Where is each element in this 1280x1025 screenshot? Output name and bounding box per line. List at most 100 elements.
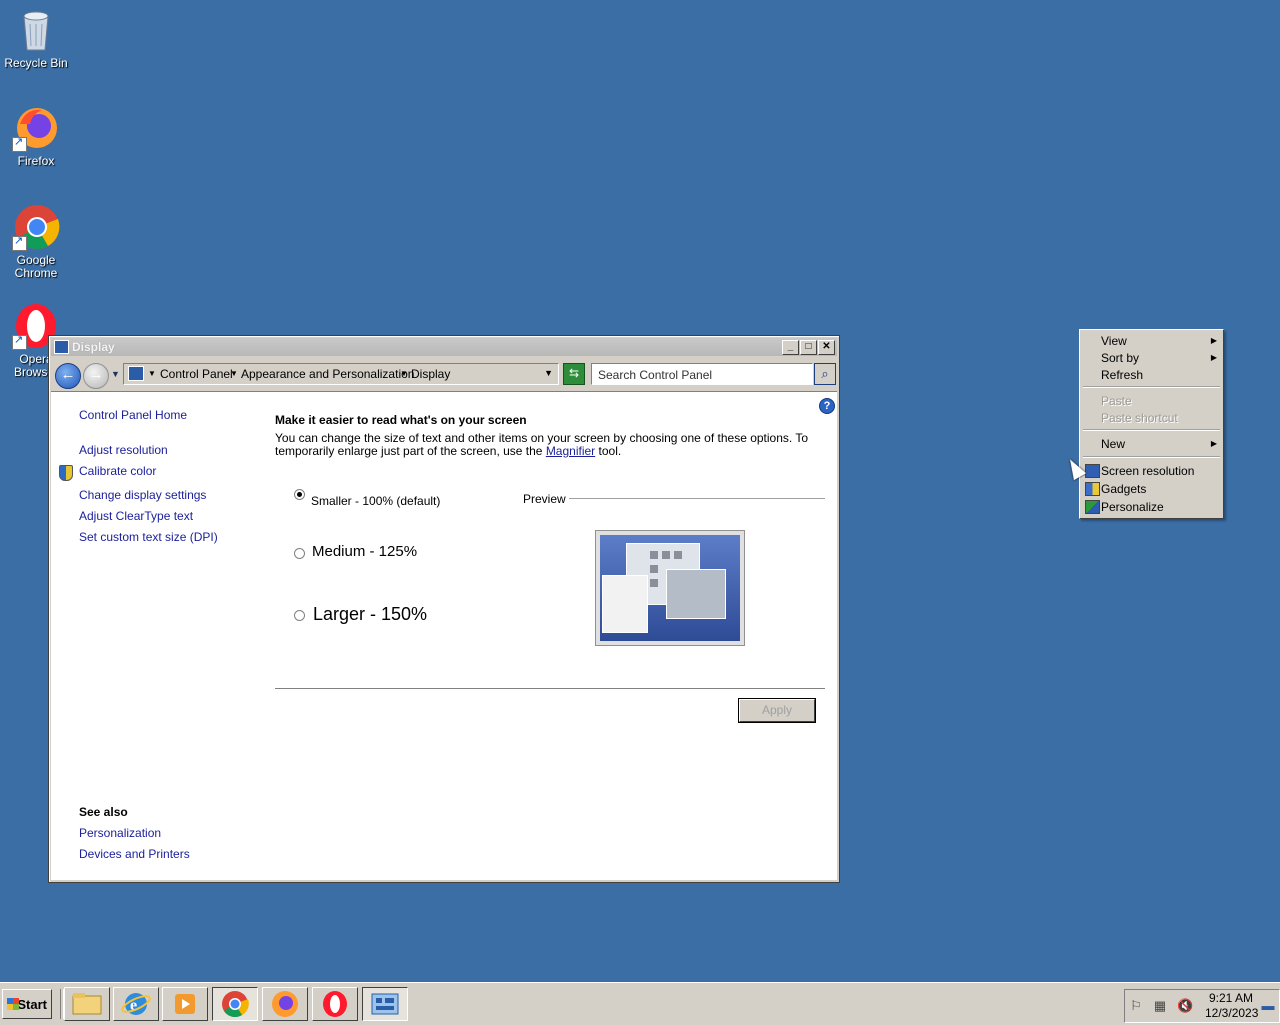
description-text: You can change the size of text and othe… (275, 431, 809, 458)
address-dropdown-icon[interactable]: ▼ (544, 368, 553, 378)
menu-item-sort-by[interactable]: Sort by (1101, 351, 1139, 365)
preview-desktop (600, 535, 740, 641)
recent-pages-dropdown-icon[interactable]: ▼ (111, 369, 120, 379)
menu-item-personalize[interactable]: Personalize (1101, 500, 1164, 514)
chrome-icon (12, 203, 60, 251)
taskbar-media-player[interactable] (162, 987, 208, 1021)
sidebar-item-change-display-settings[interactable]: Change display settings (79, 488, 206, 502)
desktop-icon-chrome[interactable]: Google Chrome (0, 203, 72, 280)
sidebar-item-adjust-resolution[interactable]: Adjust resolution (79, 443, 168, 457)
minimize-button[interactable]: _ (782, 340, 799, 355)
taskbar-internet-explorer[interactable]: e (113, 987, 159, 1021)
preview-label: Preview (523, 492, 566, 506)
title-bar[interactable]: Display _ □ ✕ (51, 338, 837, 356)
chevron-down-icon[interactable]: ▼ (230, 369, 238, 378)
network-icon[interactable]: ▦ (1153, 999, 1167, 1013)
sidebar-control-panel-home[interactable]: Control Panel Home (79, 408, 187, 422)
preview-tile (674, 551, 682, 559)
desktop-icon-label: Firefox (17, 154, 55, 168)
action-center-flag-icon[interactable]: ⚐ (1129, 999, 1143, 1013)
menu-item-view[interactable]: View (1101, 334, 1127, 348)
search-icon[interactable]: ⌕ (814, 363, 836, 385)
start-label: Start (17, 997, 47, 1012)
menu-item-refresh[interactable]: Refresh (1101, 368, 1143, 382)
search-placeholder: Search Control Panel (598, 368, 713, 382)
taskbar: Start e ⚐ ▦ 🔇 9:21 AM 12/3/2023 ▬ (0, 982, 1280, 1025)
chevron-down-icon[interactable]: ▼ (400, 369, 408, 378)
shield-icon (59, 465, 73, 481)
clock-date[interactable]: 12/3/2023 (1205, 1006, 1258, 1020)
content-pane: ? Control Panel Home Adjust resolution C… (51, 391, 837, 880)
radio-larger[interactable] (294, 610, 305, 621)
menu-separator (1083, 456, 1220, 458)
preview-tile (650, 551, 658, 559)
maximize-button[interactable]: □ (800, 340, 817, 355)
see-also-personalization[interactable]: Personalization (79, 826, 161, 840)
preview-tile (662, 551, 670, 559)
menu-item-new[interactable]: New (1101, 437, 1125, 451)
radio-smaller[interactable] (294, 489, 305, 500)
start-button[interactable]: Start (2, 989, 52, 1019)
desktop-icon-recycle-bin[interactable]: Recycle Bin (0, 6, 72, 70)
chevron-down-icon[interactable]: ▼ (148, 369, 156, 378)
help-icon[interactable]: ? (819, 398, 835, 414)
refresh-button[interactable]: ⇆ (563, 363, 585, 385)
preview-window-left (602, 575, 648, 633)
sidebar-item-custom-dpi[interactable]: Set custom text size (DPI) (79, 530, 218, 544)
volume-muted-icon[interactable]: 🔇 (1177, 999, 1193, 1013)
sidebar-item-calibrate-color[interactable]: Calibrate color (79, 464, 156, 478)
taskbar-opera[interactable] (312, 987, 358, 1021)
option-medium-label[interactable]: Medium - 125% (312, 543, 417, 560)
system-tray: ⚐ ▦ 🔇 9:21 AM 12/3/2023 ▬ (1124, 989, 1280, 1023)
divider (275, 688, 825, 689)
breadcrumb-appearance[interactable]: Appearance and Personalization (241, 367, 414, 381)
close-button[interactable]: ✕ (818, 340, 835, 355)
breadcrumb-control-panel[interactable]: Control Panel (160, 367, 233, 381)
firefox-icon (12, 104, 60, 152)
menu-separator (1083, 429, 1220, 431)
submenu-arrow-icon: ▶ (1210, 353, 1217, 362)
desktop-icon-label: Recycle Bin (4, 56, 68, 70)
preview-window-front (666, 569, 726, 619)
search-input[interactable]: Search Control Panel (591, 363, 813, 385)
firefox-icon (272, 991, 298, 1017)
taskbar-control-panel[interactable] (362, 987, 408, 1021)
back-button[interactable]: ← (55, 363, 81, 389)
chrome-icon (222, 991, 249, 1018)
navigation-bar: ← → ▼ ▼ Control Panel ▼ Appearance and P… (51, 358, 837, 390)
preview-tile (650, 579, 658, 587)
address-bar[interactable]: ▼ Control Panel ▼ Appearance and Persona… (123, 363, 559, 385)
display-window[interactable]: Display _ □ ✕ ← → ▼ ▼ Control Panel ▼ Ap… (48, 335, 840, 883)
sidebar-item-adjust-cleartype[interactable]: Adjust ClearType text (79, 509, 193, 523)
desktop-context-menu: View ▶ Sort by ▶ Refresh Paste Paste sho… (1079, 329, 1224, 519)
taskbar-firefox[interactable] (262, 987, 308, 1021)
submenu-arrow-icon: ▶ (1210, 336, 1217, 345)
shortcut-arrow-icon (12, 235, 27, 251)
clock-time[interactable]: 9:21 AM (1209, 991, 1253, 1005)
menu-separator (1083, 386, 1220, 388)
desktop-icon-firefox[interactable]: Firefox (0, 104, 72, 168)
file-explorer-icon (72, 993, 102, 1015)
see-also-heading: See also (79, 805, 128, 819)
breadcrumb-display[interactable]: Display (411, 367, 450, 381)
taskbar-file-explorer[interactable] (64, 987, 110, 1021)
page-description: You can change the size of text and othe… (275, 432, 825, 458)
taskbar-chrome[interactable] (212, 987, 258, 1021)
control-panel-icon (371, 993, 399, 1015)
magnifier-link[interactable]: Magnifier (546, 444, 595, 458)
radio-medium[interactable] (294, 548, 305, 559)
preview-tile (650, 565, 658, 573)
control-panel-location-icon (128, 366, 144, 381)
option-larger-label[interactable]: Larger - 150% (313, 604, 427, 625)
see-also-devices-printers[interactable]: Devices and Printers (79, 847, 190, 861)
screen-resolution-icon (1085, 464, 1100, 478)
menu-item-gadgets[interactable]: Gadgets (1101, 482, 1146, 496)
apply-button[interactable]: Apply (738, 698, 816, 723)
description-text-end: tool. (595, 444, 622, 458)
personalize-icon (1085, 500, 1100, 514)
option-smaller-label[interactable]: Smaller - 100% (default) (311, 494, 440, 508)
show-desktop-icon[interactable]: ▬ (1261, 999, 1275, 1013)
forward-button[interactable]: → (83, 363, 109, 389)
menu-item-screen-resolution[interactable]: Screen resolution (1101, 464, 1194, 478)
preview-divider (569, 498, 825, 499)
